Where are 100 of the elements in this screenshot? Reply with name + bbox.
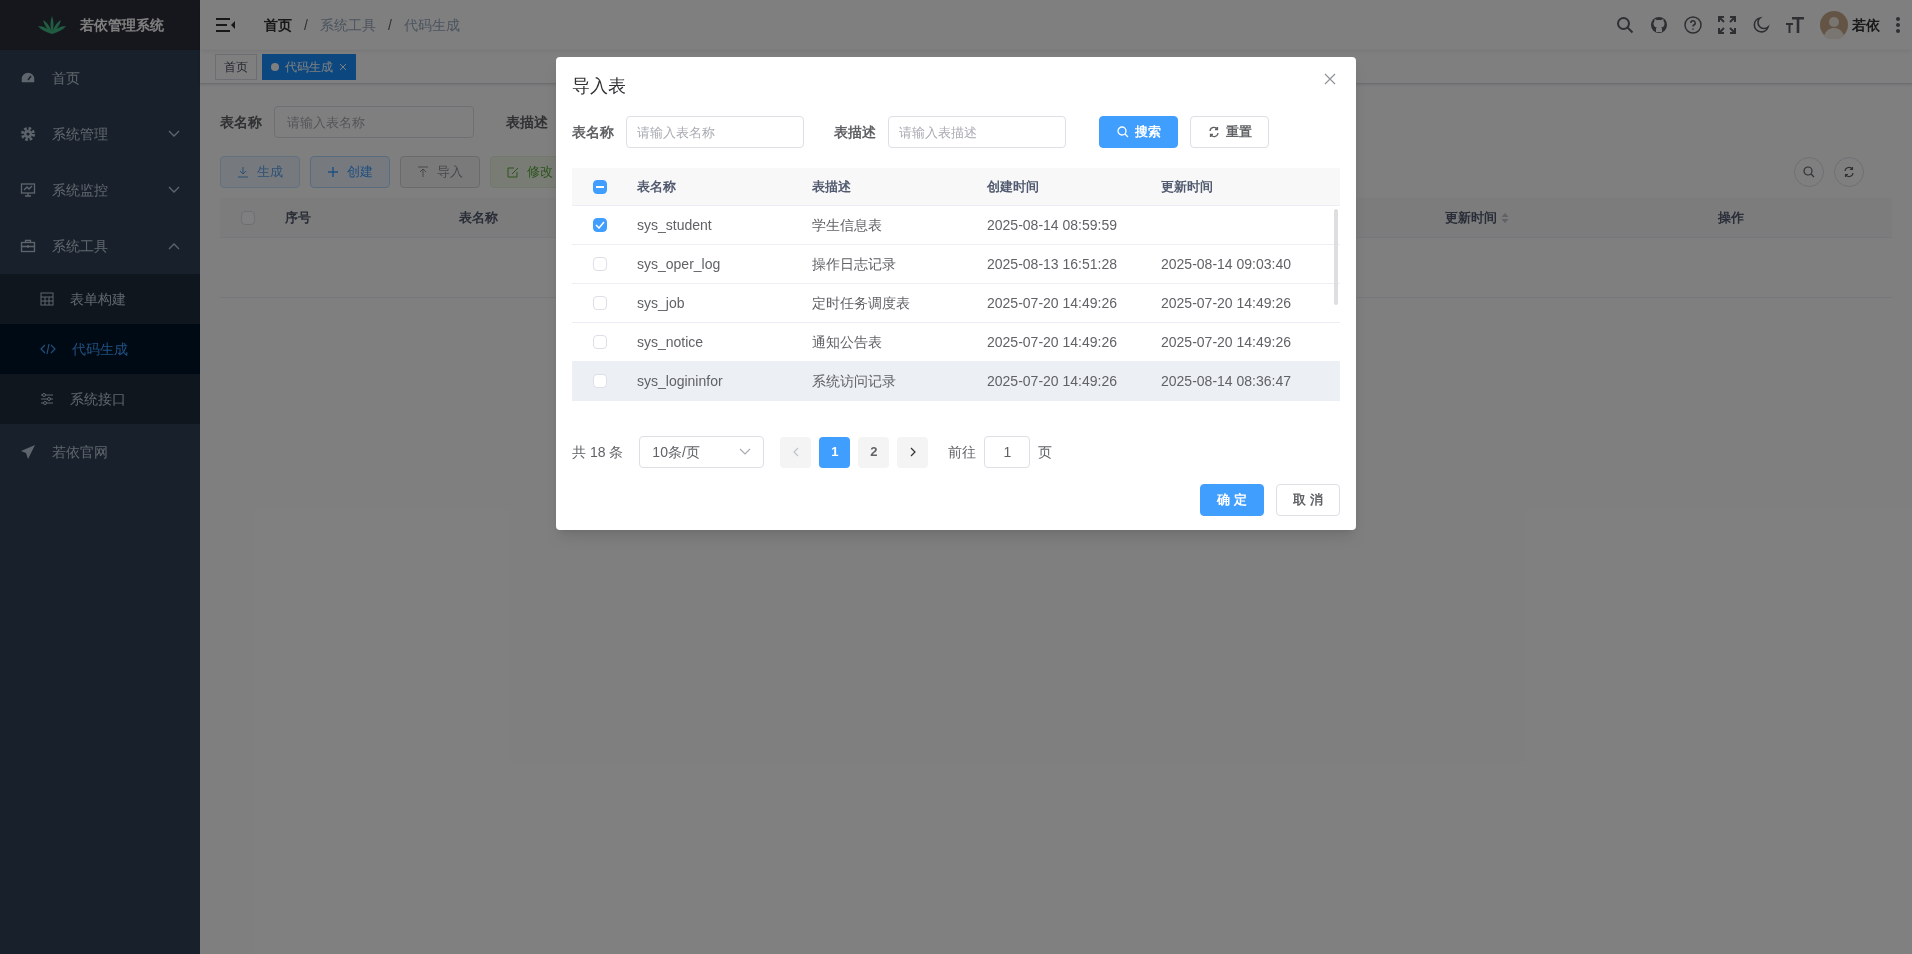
chevron-icon — [168, 130, 180, 138]
menu-item[interactable]: 若依官网 — [0, 424, 200, 480]
table-cell: sys_logininfor — [637, 372, 723, 389]
form-label: 表名称 — [220, 112, 262, 132]
help-icon[interactable] — [1684, 16, 1702, 34]
table-row[interactable]: sys_logininfor 系统访问记录 2025-07-20 14:49:26 2025-08-14 08:36:47 — [572, 362, 1340, 401]
code-icon — [40, 343, 56, 355]
dialog-button[interactable]: 取 消 — [1276, 484, 1340, 516]
table-cell: 2025-07-20 14:49:26 — [1161, 294, 1291, 311]
dashboard-icon — [20, 71, 36, 85]
column-header: 更新时间 — [1445, 208, 1497, 227]
breadcrumb-separator: / — [304, 15, 308, 35]
paper-plane-icon — [20, 444, 36, 460]
checkbox[interactable] — [592, 179, 607, 194]
chevron-icon — [739, 448, 752, 456]
fullscreen-icon[interactable] — [1718, 16, 1736, 34]
next-page-button[interactable] — [897, 436, 929, 468]
toolbox-icon — [20, 238, 36, 254]
moon-icon[interactable] — [1752, 16, 1770, 34]
upload-icon — [417, 166, 429, 178]
refresh-icon — [1207, 126, 1220, 138]
table-cell: 2025-08-14 09:03:40 — [1161, 255, 1291, 272]
avatar[interactable] — [1820, 11, 1848, 39]
page-button[interactable]: 1 — [819, 436, 851, 468]
gear-icon — [20, 126, 36, 142]
page-tab[interactable]: 首页 — [215, 53, 257, 80]
column-header: 序号 — [285, 208, 311, 227]
column-header: 表描述 — [812, 178, 851, 194]
table-cell: sys_job — [637, 294, 685, 311]
scrollbar[interactable] — [1334, 209, 1338, 305]
user-name[interactable]: 若依 — [1852, 14, 1880, 36]
monitor-icon — [20, 182, 36, 198]
dot-icon — [271, 62, 279, 71]
page-button[interactable]: 2 — [858, 436, 890, 468]
github-icon[interactable] — [1650, 16, 1668, 34]
input-field[interactable]: 请输入表描述 — [888, 116, 1066, 148]
font-size-icon[interactable] — [1786, 16, 1804, 34]
table-cell: sys_notice — [637, 333, 704, 350]
checkbox[interactable] — [592, 218, 607, 232]
menu-item[interactable]: 系统监控 — [0, 162, 200, 218]
chevron-right-icon — [909, 447, 916, 457]
search-icon — [1116, 126, 1129, 138]
table-cell: 2025-07-20 14:49:26 — [987, 372, 1117, 389]
sort-icon[interactable] — [1501, 211, 1509, 224]
chevron-icon — [168, 186, 180, 194]
column-header: 操作 — [1718, 208, 1744, 227]
table-cell: sys_oper_log — [637, 255, 721, 272]
table-cell: 2025-07-20 14:49:26 — [987, 294, 1117, 311]
table-cell: sys_student — [637, 216, 712, 233]
menu-item[interactable]: 系统管理 — [0, 106, 200, 162]
table-cell: 2025-08-14 08:36:47 — [1161, 372, 1291, 389]
column-header: 表名称 — [637, 178, 676, 194]
chevron-left-icon — [792, 447, 799, 457]
page-input[interactable]: 1 — [984, 436, 1031, 468]
sliders-icon — [40, 392, 54, 406]
column-header: 创建时间 — [987, 178, 1039, 194]
table-cell: 2025-08-14 08:59:59 — [987, 216, 1117, 233]
table-cell: 2025-07-20 14:49:26 — [987, 333, 1117, 350]
table-cell: 定时任务调度表 — [812, 294, 910, 311]
close-icon[interactable] — [1324, 72, 1336, 85]
column-header: 更新时间 — [1161, 178, 1213, 194]
chevron-icon — [168, 242, 180, 250]
column-header: 表名称 — [459, 208, 498, 227]
table-cell: 2025-08-13 16:51:28 — [987, 255, 1117, 272]
submenu-item[interactable]: 表单构建 — [0, 274, 200, 324]
menu-item[interactable]: 首页 — [0, 50, 200, 106]
toolbar-button[interactable]: 创建 — [310, 156, 390, 188]
download-icon — [237, 166, 249, 178]
table-icon — [40, 292, 54, 306]
search-icon[interactable] — [1616, 16, 1634, 34]
breadcrumb-item[interactable]: 首页 — [264, 14, 292, 36]
dialog-button[interactable]: 搜索 — [1099, 116, 1178, 148]
dialog-button[interactable]: 确 定 — [1200, 484, 1264, 516]
submenu-item[interactable]: 代码生成 — [0, 324, 200, 374]
more-icon[interactable] — [1896, 17, 1900, 33]
total-count: 共 18 条 — [572, 442, 624, 462]
page-size-select[interactable]: 10条/页 — [639, 436, 765, 468]
jump-label: 前往 — [948, 442, 977, 462]
dialog-title: 导入表 — [572, 75, 626, 98]
refresh-icon — [1843, 166, 1855, 178]
table-cell: 2025-07-20 14:49:26 — [1161, 333, 1291, 350]
search-icon — [1803, 166, 1815, 178]
input-field[interactable]: 请输入表名称 — [626, 116, 804, 148]
form-label: 表描述 — [834, 122, 876, 142]
table-cell: 操作日志记录 — [812, 255, 896, 272]
breadcrumb-separator: / — [387, 15, 392, 35]
form-label: 表名称 — [572, 122, 614, 142]
logo-icon — [36, 15, 68, 35]
edit-icon — [507, 166, 519, 178]
table-cell: 学生信息表 — [812, 216, 882, 233]
plus-icon — [327, 166, 339, 178]
jump-unit: 页 — [1038, 442, 1053, 462]
page-tab[interactable]: 代码生成 — [262, 53, 356, 80]
table-cell: 系统访问记录 — [812, 372, 896, 389]
form-label: 表描述 — [506, 112, 548, 132]
dialog-button[interactable]: 重置 — [1190, 116, 1269, 148]
table-cell: 通知公告表 — [812, 333, 882, 350]
app-title: 若依管理系统 — [80, 15, 164, 35]
menu-icon[interactable] — [216, 17, 236, 33]
menu-item[interactable]: 系统工具 — [0, 218, 200, 274]
